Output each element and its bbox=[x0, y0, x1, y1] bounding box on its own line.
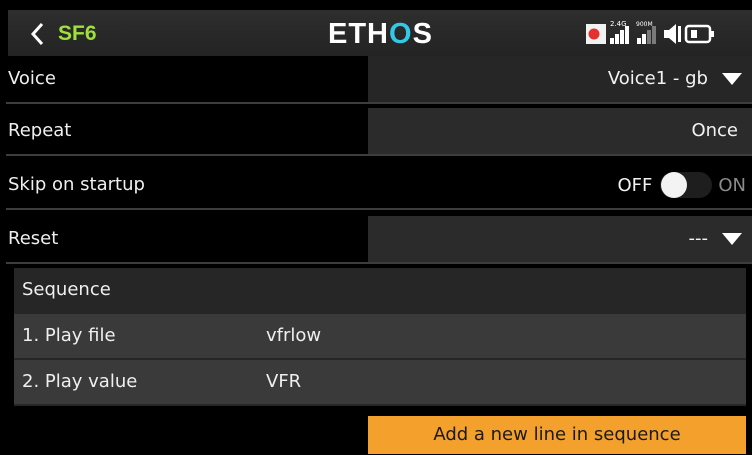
logo-text-3: S bbox=[412, 17, 433, 50]
speaker-icon bbox=[664, 24, 681, 44]
screen: SF6 ETH O S 2.4G 900M Voice Voice1 - gb … bbox=[0, 0, 752, 455]
skip-row: Skip on startup OFF ON bbox=[6, 162, 752, 210]
dropdown-arrow-icon bbox=[722, 233, 742, 245]
toggle-track bbox=[660, 172, 713, 198]
signal-24-icon: 2.4G bbox=[610, 20, 629, 44]
band-24-label: 2.4G bbox=[610, 20, 627, 28]
sequence-item-value: VFR bbox=[266, 371, 302, 392]
reset-label: Reset bbox=[8, 228, 59, 249]
voice-select[interactable]: Voice1 - gb bbox=[368, 56, 752, 102]
battery-icon bbox=[684, 24, 714, 44]
back-button[interactable]: SF6 bbox=[16, 14, 126, 54]
sequence-title: Sequence bbox=[22, 279, 111, 300]
model-name: SF6 bbox=[58, 22, 97, 45]
skip-toggle[interactable]: OFF ON bbox=[617, 162, 746, 208]
skip-label: Skip on startup bbox=[8, 174, 145, 195]
reset-value: --- bbox=[688, 228, 709, 249]
dropdown-arrow-icon bbox=[722, 73, 742, 85]
signal-900-icon: 900M bbox=[636, 21, 656, 44]
sequence-item[interactable]: 2. Play value VFR bbox=[14, 360, 746, 404]
chevron-left-icon bbox=[30, 22, 44, 46]
logo-text-1: ETH bbox=[328, 17, 389, 50]
toggle-knob bbox=[661, 172, 688, 198]
voice-row: Voice Voice1 - gb bbox=[6, 56, 752, 104]
status-bar: 2.4G 900M bbox=[586, 20, 714, 44]
reset-select[interactable]: --- bbox=[368, 216, 752, 262]
sequence-panel: Sequence 1. Play file vfrlow 2. Play val… bbox=[14, 268, 746, 406]
repeat-label: Repeat bbox=[8, 120, 72, 141]
record-icon bbox=[586, 24, 606, 44]
reset-row: Reset --- bbox=[6, 216, 752, 264]
ethos-logo: ETH O S bbox=[328, 16, 433, 52]
voice-label: Voice bbox=[8, 68, 56, 89]
repeat-row: Repeat Once bbox=[6, 108, 752, 156]
repeat-field[interactable]: Once bbox=[368, 108, 752, 154]
toggle-off-label: OFF bbox=[617, 174, 653, 196]
sequence-item-action: 2. Play value bbox=[22, 371, 138, 392]
toggle-on-label: ON bbox=[718, 174, 746, 196]
repeat-value: Once bbox=[691, 120, 738, 141]
sequence-item-value: vfrlow bbox=[266, 325, 322, 346]
logo-text-2: O bbox=[389, 17, 413, 50]
add-sequence-line-button[interactable]: Add a new line in sequence bbox=[368, 416, 746, 454]
band-900-label: 900M bbox=[636, 21, 653, 28]
voice-value: Voice1 - gb bbox=[607, 68, 708, 89]
header-bar: SF6 ETH O S 2.4G 900M bbox=[8, 10, 752, 58]
sequence-item-action: 1. Play file bbox=[22, 325, 116, 346]
sequence-item[interactable]: 1. Play file vfrlow bbox=[14, 314, 746, 358]
